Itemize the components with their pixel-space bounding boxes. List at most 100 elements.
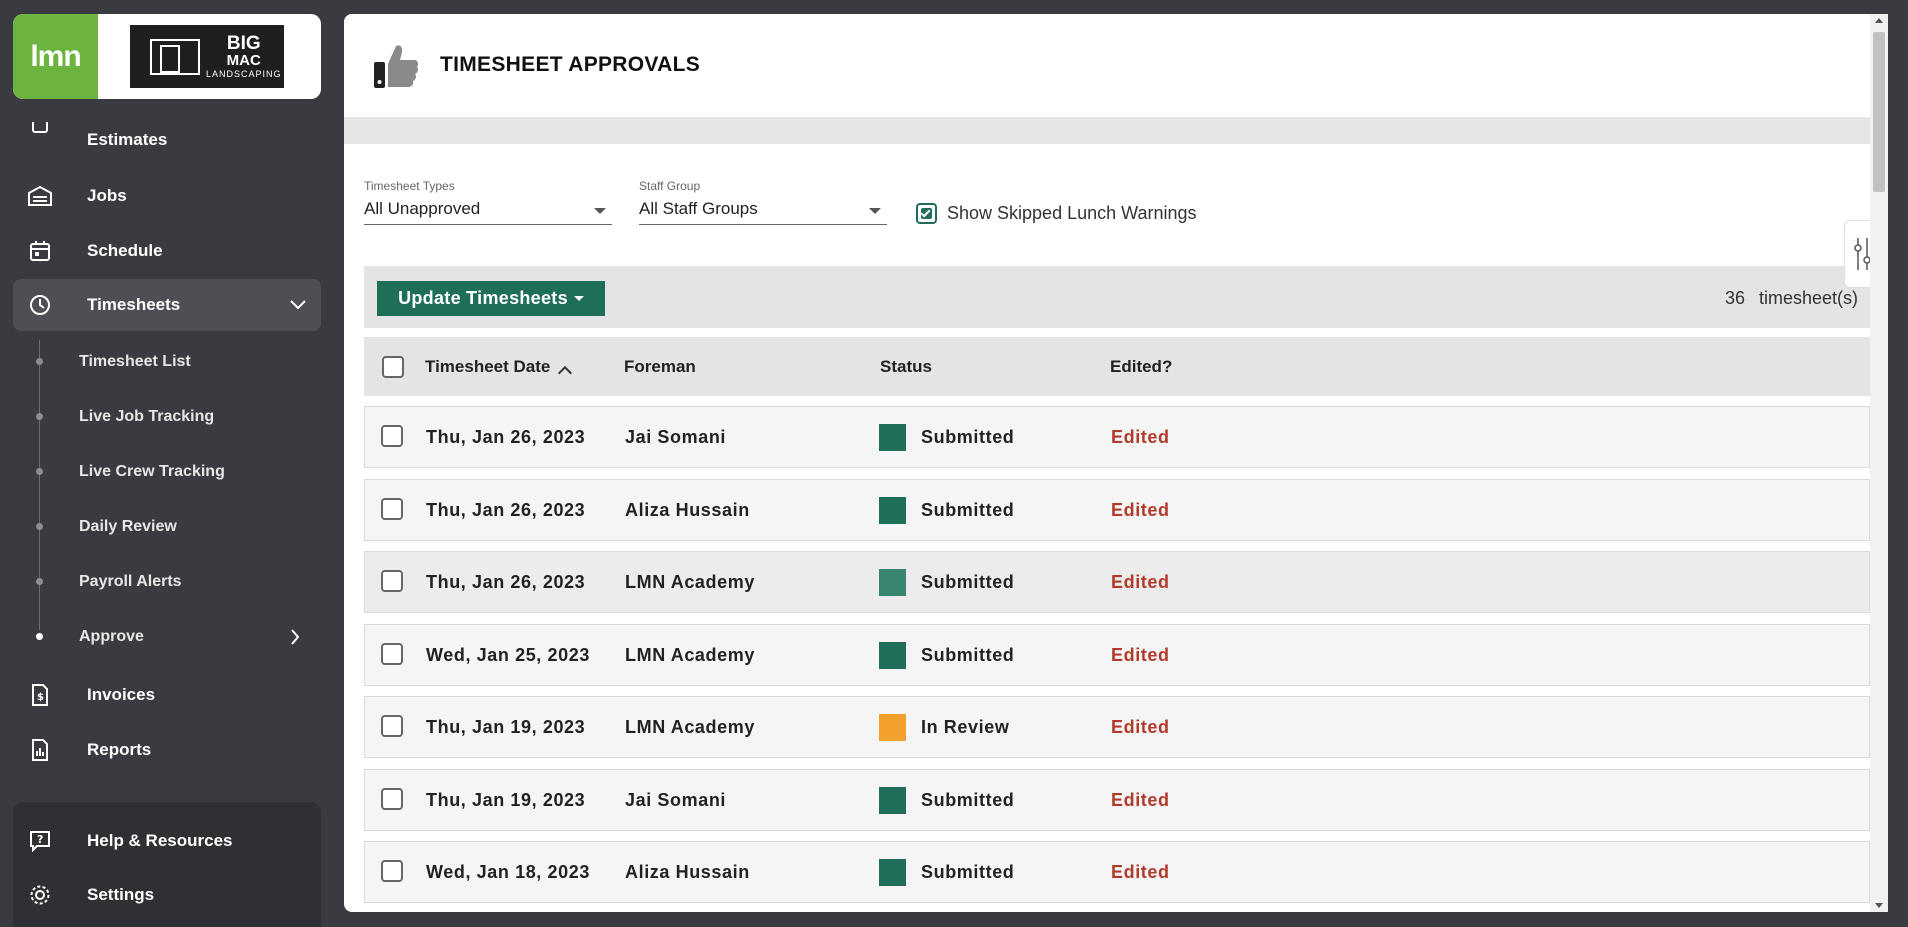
sidebar-item-label: Help & Resources (87, 831, 233, 850)
table-row[interactable]: Thu, Jan 19, 2023 Jai Somani Submitted Edit… (364, 768, 1870, 831)
company-logo-big: BIG (226, 33, 261, 54)
sidebar-item-label: Timesheets (87, 295, 181, 314)
jobs-icon (27, 183, 53, 209)
status-color-swatch (879, 714, 906, 741)
row-foreman: LMN Academy (625, 572, 755, 592)
sidebar-item-settings[interactable]: Settings (13, 869, 321, 921)
skipped-lunch-toggle[interactable]: Show Skipped Lunch Warnings (916, 203, 1196, 224)
sidebar-subitem-approve[interactable]: Approve (0, 609, 330, 664)
sidebar-item-timesheets[interactable]: Timesheets (13, 279, 321, 331)
header-divider-bar (344, 117, 1870, 144)
skipped-lunch-checkbox[interactable] (916, 203, 937, 224)
estimates-icon (27, 122, 53, 136)
sidebar-subitem-live-job-tracking[interactable]: Live Job Tracking (0, 389, 330, 444)
timesheet-types-value[interactable]: All Unapproved (364, 199, 612, 225)
scroll-down-icon[interactable] (1875, 903, 1883, 908)
row-checkbox[interactable] (381, 497, 403, 520)
update-timesheets-button[interactable]: Update Timesheets (377, 281, 605, 316)
staff-group-select[interactable]: Staff Group All Staff Groups (639, 179, 887, 225)
row-foreman: Jai Somani (625, 789, 727, 810)
page-title: TIMESHEET APPROVALS (440, 53, 701, 76)
row-status: In Review (921, 717, 1010, 737)
page-scrollbar[interactable] (1870, 14, 1888, 912)
timesheet-count: 36 timesheet(s) (1725, 288, 1858, 309)
select-all-checkbox[interactable] (382, 356, 404, 378)
row-checkbox[interactable] (381, 787, 403, 810)
row-date[interactable]: Thu, Jan 26, 2023 (426, 500, 585, 521)
column-header-date-label: Timesheet Date (425, 357, 551, 376)
row-checkbox[interactable] (381, 715, 403, 737)
calendar-icon (27, 238, 53, 264)
column-header-foreman[interactable]: Foreman (624, 357, 696, 377)
chevron-down-icon (289, 295, 307, 315)
row-foreman: Aliza Hussain (625, 862, 750, 882)
svg-text:?: ? (37, 833, 43, 846)
scroll-up-icon[interactable] (1875, 18, 1883, 23)
timesheet-types-select[interactable]: Timesheet Types All Unapproved (364, 179, 612, 225)
column-header-edited[interactable]: Edited? (1110, 357, 1172, 377)
row-checkbox[interactable] (381, 860, 403, 882)
row-date[interactable]: Thu, Jan 26, 2023 (426, 427, 585, 448)
scroll-thumb[interactable] (1873, 32, 1885, 192)
company-logo-mark (150, 38, 200, 75)
sidebar-subitem-live-crew-tracking[interactable]: Live Crew Tracking (0, 444, 330, 499)
table-row[interactable]: Wed, Jan 18, 2023 Aliza Hussain Submitted E… (364, 841, 1870, 903)
row-foreman: LMN Academy (625, 644, 755, 665)
row-checkbox[interactable] (381, 642, 403, 665)
row-checkbox[interactable] (381, 570, 403, 592)
table-row[interactable]: Thu, Jan 26, 2023 Aliza Hussain Submitted E… (364, 478, 1870, 541)
page-header: TIMESHEET APPROVALS (344, 14, 1870, 117)
sidebar-subitem-label: Timesheet List (79, 352, 191, 370)
company-logo-text: BIG MAC LANDSCAPING (206, 34, 282, 79)
sidebar-item-label: Estimates (87, 130, 168, 149)
row-edited: Edited (1111, 572, 1170, 592)
row-date[interactable]: Thu, Jan 19, 2023 (426, 717, 585, 738)
sidebar-item-jobs[interactable]: Jobs (13, 170, 321, 222)
sidebar-subitem-label: Live Crew Tracking (79, 462, 225, 480)
sidebar-item-label: Settings (87, 885, 155, 904)
column-header-date[interactable]: Timesheet Date (425, 357, 573, 381)
checkmark-icon (920, 207, 931, 218)
reports-icon (27, 737, 53, 763)
sidebar-subitem-payroll-alerts[interactable]: Payroll Alerts (0, 554, 330, 609)
sidebar-item-invoices[interactable]: $ Invoices (13, 669, 321, 721)
sidebar-item-estimates[interactable]: Estimates (13, 122, 321, 152)
thumbs-up-icon (370, 40, 420, 90)
row-edited: Edited (1111, 789, 1170, 810)
sidebar-item-schedule[interactable]: Schedule (13, 225, 321, 277)
row-date[interactable]: Wed, Jan 18, 2023 (426, 862, 590, 883)
caret-down-icon (869, 208, 881, 214)
status-color-swatch (879, 786, 906, 814)
row-date[interactable]: Thu, Jan 19, 2023 (426, 790, 585, 811)
row-checkbox[interactable] (381, 425, 403, 447)
sidebar-subitem-label: Payroll Alerts (79, 572, 182, 590)
invoice-icon: $ (27, 682, 53, 708)
table-row[interactable]: Thu, Jan 26, 2023 Jai Somani Submitted Edit… (364, 406, 1870, 468)
row-date[interactable]: Thu, Jan 26, 2023 (426, 572, 585, 593)
staff-group-value-text: All Staff Groups (639, 199, 758, 218)
row-status: Submitted (921, 862, 1015, 882)
main-panel: TIMESHEET APPROVALS Timesheet Types All … (344, 14, 1870, 912)
sidebar-subitem-label: Daily Review (79, 517, 177, 535)
table-row[interactable]: Thu, Jan 26, 2023 LMN Academy Submitted Edi… (364, 551, 1870, 613)
timesheet-count-suffix: timesheet(s) (1758, 288, 1858, 308)
status-color-swatch (879, 496, 906, 524)
staff-group-value[interactable]: All Staff Groups (639, 199, 887, 225)
row-status: Submitted (921, 572, 1015, 592)
sidebar-subitem-timesheet-list[interactable]: Timesheet List (0, 334, 330, 389)
row-date[interactable]: Wed, Jan 25, 2023 (426, 645, 590, 666)
row-status: Submitted (921, 427, 1015, 447)
row-status: Submitted (921, 789, 1015, 810)
table-row[interactable]: Wed, Jan 25, 2023 LMN Academy Submitted Edi… (364, 623, 1870, 686)
sidebar-item-reports[interactable]: Reports (13, 724, 321, 776)
company-logo: BIG MAC LANDSCAPING (130, 25, 284, 88)
logo-box[interactable]: lmn BIG MAC LANDSCAPING (13, 14, 321, 99)
table-row[interactable]: Thu, Jan 19, 2023 LMN Academy In Review Edi… (364, 696, 1870, 758)
column-header-status[interactable]: Status (880, 357, 932, 377)
company-logo-landscaping: LANDSCAPING (206, 69, 282, 79)
caret-down-icon (573, 296, 584, 301)
sidebar-item-label: Jobs (87, 186, 127, 205)
sidebar-item-help[interactable]: ? Help & Resources (13, 815, 321, 867)
sidebar-subitem-daily-review[interactable]: Daily Review (0, 499, 330, 554)
chevron-right-icon (290, 628, 300, 651)
